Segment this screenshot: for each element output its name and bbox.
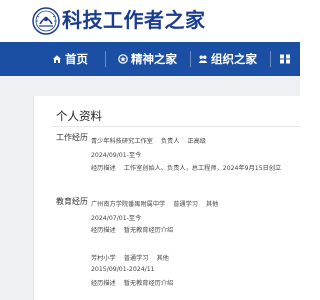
site-title[interactable]: 科技工作者之家 [62,5,206,35]
education-description: 经历描述 暂无教育经历介绍 [91,225,173,234]
grid-icon [280,54,290,64]
nav-divider [190,51,191,67]
study-other: 其他 [156,255,169,262]
page-title: 个人资料 [56,109,102,123]
description-text: 暂无教育经历介绍 [123,280,174,287]
education-period: 2024/07/01-至今 [91,215,142,222]
nav-item-more[interactable] [280,42,295,76]
education-entry-header: 广州南方学院番禺附属中学 普通学习 其他 [91,199,218,208]
education-description: 经历描述 暂无教育经历介绍 [91,278,173,287]
spirit-icon [118,54,128,64]
main-navigation: 首页 精神之家 组织之家 [0,42,300,76]
site-logo[interactable] [32,7,60,35]
description-label: 经历描述 [91,280,116,287]
school-name: 芳村小学 [91,255,116,262]
description-text: 暂无教育经历介绍 [123,227,174,234]
nav-item-organization[interactable]: 组织之家 [198,42,257,76]
nav-item-label: 组织之家 [211,52,257,66]
home-icon [53,55,61,63]
nav-item-label: 首页 [65,52,88,66]
work-experience-label: 工作经历 [56,133,88,142]
work-role: 负责人 [160,138,180,145]
work-title: 正高级 [187,138,206,145]
education-period: 2015/09/01-2024/11 [91,266,155,273]
education-label: 教育经历 [56,197,88,206]
nav-item-home[interactable]: 首页 [52,42,88,76]
profile-card: 个人资料 工作经历 青少年科技研究工作室 负责人 正高级 2024/09/01-至今… [33,96,301,300]
school-name: 广州南方学院番禺附属中学 [91,201,166,208]
description-label: 经历描述 [91,227,116,234]
work-period: 2024/09/01-至今 [91,152,142,159]
nav-divider [270,51,271,67]
work-description: 经历描述 工作室创始人、负责人，总工程师，2024年9月15日创立 [91,163,281,172]
work-entry-header: 青少年科技研究工作室 负责人 正高级 [91,136,206,145]
study-type: 普通学习 [173,201,198,208]
description-label: 经历描述 [91,165,116,172]
description-text: 工作室创始人、负责人，总工程师，2024年9月15日创立 [123,165,282,172]
education-entry-header: 芳村小学 普通学习 其他 [91,253,169,262]
nav-item-label: 精神之家 [131,52,177,66]
nav-divider [105,51,106,67]
site-header: 科技工作者之家 [0,0,300,42]
study-other: 其他 [206,201,219,208]
study-type: 普通学习 [123,255,149,262]
nav-item-spirit[interactable]: 精神之家 [118,42,177,76]
organization-icon [198,55,208,63]
divider [52,126,301,127]
work-org: 青少年科技研究工作室 [91,138,153,145]
